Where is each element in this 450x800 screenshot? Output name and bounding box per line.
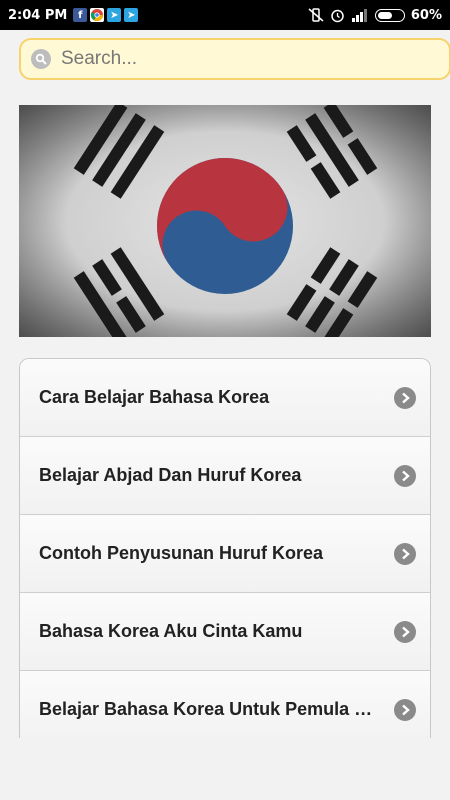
chrome-icon: [90, 8, 105, 22]
menu-item-label: Belajar Bahasa Korea Untuk Pemula Belaja…: [39, 699, 394, 719]
facebook-icon: f: [73, 8, 88, 22]
signal-icon: [351, 9, 367, 22]
telegram-icon: ➤: [107, 8, 122, 22]
chevron-right-icon: [394, 620, 416, 643]
alarm-icon: [331, 9, 344, 22]
status-time: 2:04 PM: [8, 7, 68, 23]
chevron-right-icon: [394, 464, 416, 487]
telegram-icon: ➤: [124, 8, 139, 22]
search-input[interactable]: [59, 47, 403, 71]
menu-item-label: Contoh Penyusunan Huruf Korea: [39, 543, 324, 563]
menu-item-abjad-huruf[interactable]: Belajar Abjad Dan Huruf Korea: [20, 437, 430, 515]
south-korea-flag-icon: [19, 105, 431, 337]
menu-item-cara-belajar[interactable]: Cara Belajar Bahasa Korea: [20, 359, 430, 437]
menu-item-penyusunan-huruf[interactable]: Contoh Penyusunan Huruf Korea: [20, 515, 430, 593]
menu-item-untuk-pemula[interactable]: Belajar Bahasa Korea Untuk Pemula Belaja…: [20, 671, 430, 738]
search-bar[interactable]: [19, 38, 450, 80]
chevron-right-icon: [394, 698, 416, 721]
status-bar: 2:04 PM f ➤ ➤ 60%: [0, 0, 450, 30]
chevron-right-icon: [394, 542, 416, 565]
chevron-right-icon: [394, 386, 416, 409]
menu-item-label: Bahasa Korea Aku Cinta Kamu: [39, 621, 303, 641]
battery-icon: [374, 8, 405, 22]
menu-item-label: Belajar Abjad Dan Huruf Korea: [39, 465, 302, 485]
search-icon: [31, 49, 51, 69]
vibrate-off-icon: [308, 8, 324, 22]
battery-percent: 60%: [410, 7, 442, 23]
menu-list: Cara Belajar Bahasa Korea Belajar Abjad …: [19, 358, 431, 738]
korea-flag-banner: [19, 105, 431, 337]
battery-fill: [377, 11, 392, 19]
menu-item-aku-cinta-kamu[interactable]: Bahasa Korea Aku Cinta Kamu: [20, 593, 430, 671]
menu-item-label: Cara Belajar Bahasa Korea: [39, 387, 270, 407]
status-right: 60%: [308, 8, 442, 23]
